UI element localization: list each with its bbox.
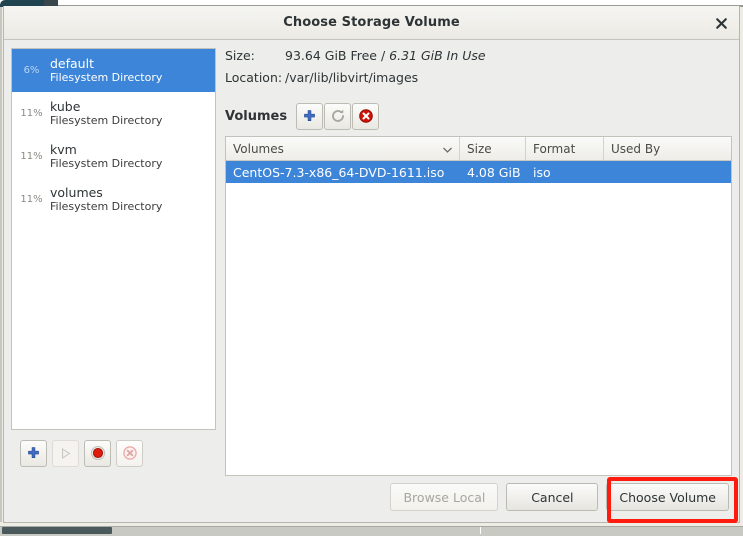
size-label: Size: <box>225 48 255 63</box>
storage-pool-toolbar <box>11 430 216 476</box>
pool-list-item[interactable]: 11% kvm Filesystem Directory <box>12 135 215 178</box>
cell-volume-format: iso <box>533 164 551 180</box>
size-value-free: 93.64 GiB Free / <box>285 48 390 63</box>
column-header-label: Size <box>467 141 492 156</box>
volumes-section-label: Volumes <box>225 108 288 124</box>
volumes-table-header: Volumes Size Format Used By <box>226 137 731 161</box>
column-header-label: Used By <box>611 141 661 156</box>
pool-usage-percent: 11% <box>20 151 43 162</box>
pool-size-row: Size: 93.64 GiB Free / 6.31 GiB In Use <box>225 48 732 70</box>
column-header-volumes[interactable]: Volumes <box>226 137 460 160</box>
volume-details-panel: Size: 93.64 GiB Free / 6.31 GiB In Use L… <box>216 48 732 476</box>
storage-pool-panel: 6% default Filesystem Directory 11% kube… <box>11 48 216 476</box>
pool-usage-percent: 11% <box>20 194 43 205</box>
plus-icon <box>26 446 41 461</box>
add-pool-button[interactable] <box>20 439 47 467</box>
start-pool-button <box>52 439 79 467</box>
location-label: Location: <box>225 70 283 85</box>
add-volume-button[interactable] <box>296 102 324 130</box>
stop-pool-button[interactable] <box>84 439 111 467</box>
play-icon <box>58 446 73 461</box>
cell-volume-name: CentOS-7.3-x86_64-DVD-1611.iso <box>233 164 445 180</box>
pool-type: Filesystem Directory <box>50 71 163 85</box>
browse-local-button[interactable]: Browse Local <box>390 483 499 511</box>
pool-name: default <box>50 55 94 71</box>
delete-volume-button[interactable] <box>352 102 380 130</box>
pool-name: kvm <box>50 141 77 157</box>
pool-type: Filesystem Directory <box>50 114 163 128</box>
pool-name: volumes <box>50 184 103 200</box>
delete-x-icon <box>122 445 138 461</box>
cancel-button[interactable]: Cancel <box>506 483 599 511</box>
plus-icon <box>302 109 317 124</box>
dialog-title: Choose Storage Volume <box>283 15 460 30</box>
background-window-left-edge <box>0 7 2 522</box>
choose-volume-button[interactable]: Choose Volume <box>606 483 729 511</box>
storage-pool-list[interactable]: 6% default Filesystem Directory 11% kube… <box>11 48 216 430</box>
volumes-table[interactable]: Volumes Size Format Used By CentOS-7.3-x… <box>225 136 732 476</box>
dialog-titlebar: Choose Storage Volume <box>4 6 739 40</box>
refresh-volumes-button <box>324 102 352 130</box>
chevron-down-icon <box>443 142 452 156</box>
delete-circle-icon <box>358 108 374 124</box>
pool-name: kube <box>50 98 81 114</box>
column-header-used-by[interactable]: Used By <box>604 137 731 160</box>
pool-type: Filesystem Directory <box>50 157 163 171</box>
pool-location-row: Location: /var/lib/libvirt/images <box>225 70 732 92</box>
pool-list-item[interactable]: 11% volumes Filesystem Directory <box>12 178 215 221</box>
column-header-label: Volumes <box>233 141 284 156</box>
dialog-footer: Browse Local Cancel Choose Volume <box>4 476 739 522</box>
pool-usage-percent: 6% <box>23 65 40 76</box>
pool-usage-percent: 11% <box>20 108 43 119</box>
size-value-in-use: 6.31 GiB In Use <box>389 48 486 63</box>
stop-circle-icon <box>90 445 106 461</box>
dialog-body: 6% default Filesystem Directory 11% kube… <box>4 40 739 476</box>
pool-type: Filesystem Directory <box>50 200 163 214</box>
table-row[interactable]: CentOS-7.3-x86_64-DVD-1611.iso 4.08 GiB … <box>226 161 731 183</box>
column-header-format[interactable]: Format <box>526 137 604 160</box>
pool-list-item[interactable]: 6% default Filesystem Directory <box>12 49 215 92</box>
background-window-scrollbar-separator <box>480 527 481 534</box>
background-window-scrollbar-thumb[interactable] <box>2 527 112 534</box>
location-value: /var/lib/libvirt/images <box>285 70 419 85</box>
size-value: 93.64 GiB Free / 6.31 GiB In Use <box>285 48 486 63</box>
column-header-label: Format <box>533 141 576 156</box>
close-icon[interactable] <box>712 14 730 32</box>
pool-list-item[interactable]: 11% kube Filesystem Directory <box>12 92 215 135</box>
delete-pool-button <box>116 439 143 467</box>
refresh-icon <box>330 108 346 124</box>
volumes-toolbar: Volumes <box>225 98 732 134</box>
choose-storage-volume-dialog: Choose Storage Volume 6% default Filesys… <box>3 6 740 523</box>
cell-volume-size: 4.08 GiB <box>467 164 521 180</box>
column-header-size[interactable]: Size <box>460 137 526 160</box>
